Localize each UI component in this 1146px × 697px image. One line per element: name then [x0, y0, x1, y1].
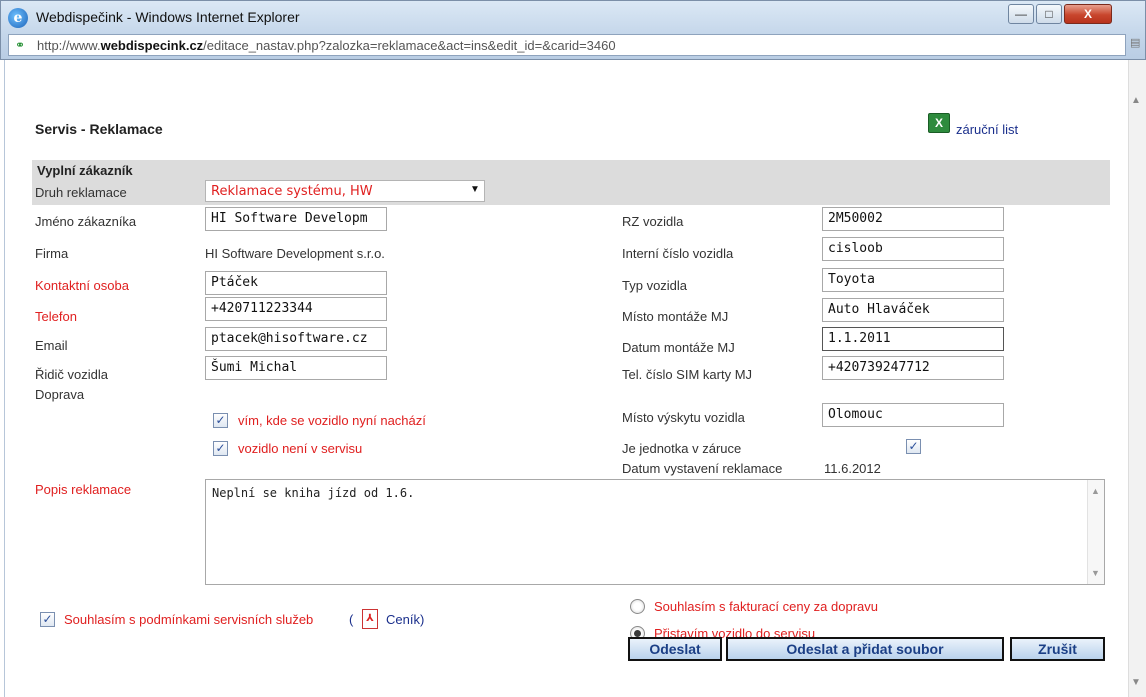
misto-label: Místo montáže MJ [622, 309, 729, 324]
send-button[interactable]: Odeslat [628, 637, 722, 661]
rz-input[interactable]: 2M50002 [822, 207, 1004, 231]
window-title: Webdispečink - Windows Internet Explorer [36, 9, 300, 25]
ridic-input[interactable]: Šumi Michal [205, 356, 387, 380]
chevron-down-icon[interactable]: ▼ [470, 184, 480, 195]
pdf-icon[interactable]: ⅄ [362, 609, 378, 629]
doprava-label: Doprava [35, 387, 85, 402]
datum-input[interactable]: 1.1.2011 [822, 327, 1004, 351]
warranty-link[interactable]: záruční list [956, 122, 1018, 137]
ridic-label: Řidič vozidla [35, 367, 108, 382]
send-add-file-button[interactable]: Odeslat a přidat soubor [726, 637, 1004, 661]
typ-input[interactable]: Toyota [822, 268, 1004, 292]
typ-label: Typ vozidla [622, 278, 688, 293]
zaruka-checkbox[interactable]: ✓ [906, 439, 921, 454]
kontakt-input[interactable]: Ptáček [205, 271, 387, 295]
rz-label: RZ vozidla [622, 214, 684, 229]
kontakt-label: Kontaktní osoba [35, 278, 129, 293]
telefon-label: Telefon [35, 309, 77, 324]
window-scrollbar[interactable] [1128, 60, 1146, 697]
vyskyt-label: Místo výskytu vozidla [622, 410, 745, 425]
radio-fakturace-label: Souhlasím s fakturací ceny za dopravu [654, 599, 879, 614]
tel-label: Tel. číslo SIM karty MJ [622, 367, 753, 382]
maximize-button[interactable]: □ [1036, 4, 1062, 24]
neni-label: vozidlo není v servisu [238, 441, 363, 456]
popis-textarea[interactable]: Neplní se kniha jízd od 1.6. [205, 479, 1105, 585]
page-title: Servis - Reklamace [35, 121, 163, 137]
section-title: Vyplní zákazník [37, 163, 133, 178]
firma-value: HI Software Development s.r.o. [205, 246, 385, 261]
jmeno-label: Jméno zákazníka [35, 214, 137, 229]
datum-vystaveni-label: Datum vystavení reklamace [622, 461, 783, 476]
zaruka-label: Je jednotka v záruce [622, 441, 742, 456]
popis-label: Popis reklamace [35, 482, 132, 497]
datum-vystaveni-value: 11.6.2012 [824, 461, 881, 476]
cenik-link[interactable]: Ceník) [386, 612, 424, 627]
souhlas-checkbox[interactable]: ✓ [40, 612, 55, 627]
druh-label: Druh reklamace [35, 185, 127, 200]
vyskyt-input[interactable]: Olomouc [822, 403, 1004, 427]
vim-label: vím, kde se vozidlo nyní nachází [238, 413, 426, 428]
email-input[interactable]: ptacek@hisoftware.cz [205, 327, 387, 351]
tel-input[interactable]: +420739247712 [822, 356, 1004, 380]
radio-fakturace[interactable] [630, 599, 645, 614]
site-icon: ⚭ [15, 38, 26, 52]
scroll-down-icon[interactable]: ▼ [1131, 677, 1141, 688]
section-header-bar [32, 160, 1110, 205]
firma-label: Firma [35, 246, 69, 261]
misto-input[interactable]: Auto Hlaváček [822, 298, 1004, 322]
jmeno-input[interactable]: HI Software Developm [205, 207, 387, 231]
druh-select[interactable]: Reklamace systému, HW [205, 180, 485, 202]
excel-icon[interactable]: X [928, 113, 950, 133]
minimize-button[interactable]: — [1008, 4, 1034, 24]
vim-checkbox[interactable]: ✓ [213, 413, 228, 428]
souhlas-label: Souhlasím s podmínkami servisních služeb [64, 612, 314, 627]
ie-logo-icon: e [8, 8, 28, 28]
paren-open: ( [349, 612, 354, 627]
neni-checkbox[interactable]: ✓ [213, 441, 228, 456]
interni-label: Interní číslo vozidla [622, 246, 734, 261]
page-icon: ▤ [1130, 37, 1141, 49]
telefon-input[interactable]: +420711223344 [205, 297, 387, 321]
ta-scroll-up-icon[interactable]: ▲ [1091, 486, 1100, 496]
datum-label: Datum montáže MJ [622, 340, 735, 355]
cancel-button[interactable]: Zrušit [1010, 637, 1105, 661]
interni-input[interactable]: cisloob [822, 237, 1004, 261]
email-label: Email [35, 338, 68, 353]
scroll-up-icon[interactable]: ▲ [1131, 95, 1141, 106]
close-window-button[interactable]: X [1064, 4, 1112, 24]
ta-scroll-down-icon[interactable]: ▼ [1091, 568, 1100, 578]
url-text: http://www.webdispecink.cz/editace_nasta… [37, 38, 616, 53]
address-bar[interactable]: ⚭ http://www.webdispecink.cz/editace_nas… [8, 34, 1126, 56]
